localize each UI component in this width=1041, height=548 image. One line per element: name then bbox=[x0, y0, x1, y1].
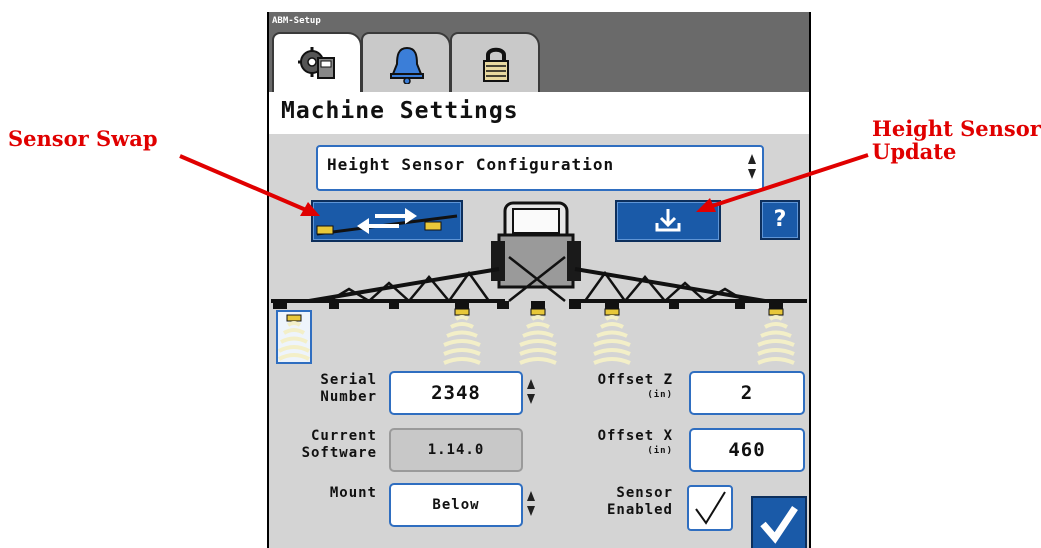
callout-arrows bbox=[179, 153, 869, 216]
